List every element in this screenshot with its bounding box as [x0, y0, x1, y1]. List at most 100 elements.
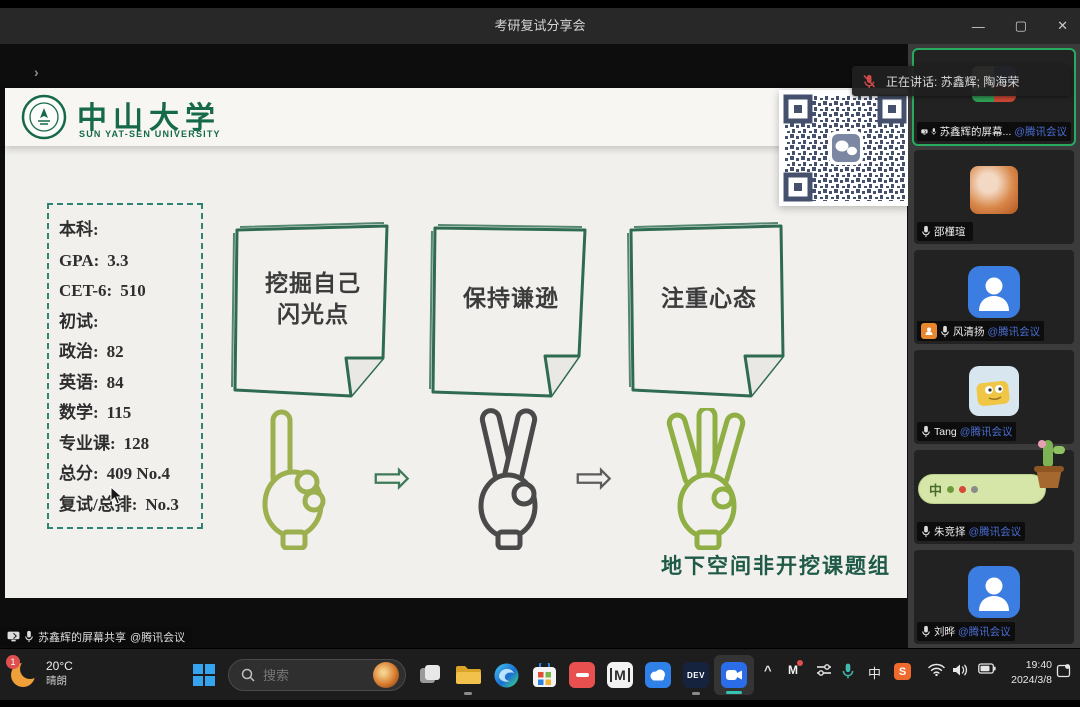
mic-icon [940, 325, 950, 338]
battery-icon [978, 663, 996, 674]
decorative-dot [971, 486, 978, 493]
tray-microphone[interactable] [842, 663, 854, 679]
mic-icon [921, 225, 931, 238]
share-bar-suffix: @腾讯会议 [130, 629, 185, 645]
tray-chevron-up[interactable]: ^ [764, 663, 772, 678]
arrow-right-icon: ⇨ [373, 454, 412, 500]
dev-icon: DEV [683, 662, 709, 688]
note-text: 保持谦逊 [437, 240, 585, 358]
participant-label: 邵槿瑄 [917, 222, 973, 241]
windows-logo-icon [193, 664, 215, 686]
person-avatar-icon [968, 566, 1020, 618]
tray-mixer[interactable] [816, 663, 832, 677]
university-emblem-icon [21, 94, 67, 140]
participant-tile[interactable]: Tang@腾讯会议 [914, 350, 1074, 444]
task-view-button[interactable] [416, 661, 444, 689]
one-finger-hand-icon [249, 408, 341, 550]
cloud-app-button[interactable] [644, 661, 672, 689]
weather-moon-icon: 1 [8, 657, 40, 691]
stat-row: 复试/总排:No.3 [59, 490, 191, 521]
file-explorer-button[interactable] [454, 661, 482, 689]
m-app-button[interactable]: M [606, 661, 634, 689]
mic-icon [931, 125, 937, 138]
search-highlight-thumbnail[interactable] [373, 662, 399, 688]
clock-date: 2024/3/8 [998, 673, 1052, 688]
stat-row: 专业课:128 [59, 429, 191, 460]
note-text: 挖掘自己 闪光点 [239, 240, 387, 358]
tray-ime-indicator[interactable]: 中 [868, 663, 881, 682]
notification-badge: 1 [6, 655, 20, 669]
mic-muted-icon [862, 74, 876, 89]
stat-row: 总分:409 No.4 [59, 459, 191, 490]
search-input[interactable] [263, 668, 361, 683]
tray-m-app[interactable]: M [788, 663, 798, 677]
expand-panel-chevron-icon[interactable]: › [34, 64, 39, 80]
tray-clock[interactable]: 19:40 2024/3/8 [998, 658, 1052, 688]
screen: 考研复试分享会 — ▢ ✕ › 中山大学 SUN YAT-SEN UNIVERS… [0, 0, 1080, 707]
stat-row: CET-6:510 [59, 276, 191, 307]
participant-label: 风清扬@腾讯会议 [917, 321, 1044, 341]
weather-widget[interactable]: 1 20°C 晴朗 [8, 657, 73, 691]
decorative-banner: 中 [918, 474, 1046, 504]
task-view-icon [418, 663, 442, 687]
stat-row: 数学:115 [59, 398, 191, 429]
store-icon [532, 663, 557, 688]
cloud-icon [645, 662, 671, 688]
running-indicator [692, 692, 700, 695]
clock-time: 19:40 [998, 658, 1052, 673]
red-app-button[interactable] [568, 661, 596, 689]
note-text: 注重心态 [635, 240, 783, 358]
participant-tile-decorated[interactable]: 中 朱竞择@腾讯会议 [914, 450, 1074, 544]
participant-label: 朱竞择@腾讯会议 [917, 522, 1025, 541]
three-finger-hand-icon [661, 408, 753, 550]
two-finger-hand-icon [463, 408, 555, 550]
start-button[interactable] [192, 663, 216, 687]
mic-icon [921, 525, 931, 538]
weather-temp: 20°C [46, 659, 73, 675]
mouse-cursor [110, 486, 124, 506]
tray-battery[interactable] [978, 663, 996, 674]
taskbar-search[interactable] [228, 659, 406, 691]
close-button[interactable]: ✕ [1057, 18, 1068, 34]
meeting-titlebar: 考研复试分享会 — ▢ ✕ [0, 8, 1080, 44]
arrow-right-icon: ⇨ [575, 454, 614, 500]
decorative-dot [959, 486, 966, 493]
stat-row: GPA:3.3 [59, 246, 191, 277]
participant-tile[interactable]: 刘晔@腾讯会议 [914, 550, 1074, 644]
tray-sogou[interactable]: S [894, 663, 911, 680]
tray-volume[interactable] [952, 663, 968, 677]
person-avatar-icon [968, 266, 1020, 318]
participant-tile[interactable]: 风清扬@腾讯会议 [914, 250, 1074, 344]
tray-notifications[interactable] [1056, 663, 1071, 678]
search-icon [241, 668, 255, 682]
maximize-button[interactable]: ▢ [1015, 18, 1027, 34]
participant-label: Tang@腾讯会议 [917, 422, 1016, 441]
stat-row: 本科: [59, 215, 191, 246]
active-indicator [726, 691, 742, 694]
screen-share-icon [921, 127, 928, 137]
participant-tile-screen-share[interactable]: 苏鑫辉的屏幕...@腾讯会议 [914, 50, 1074, 144]
speaking-toast: 正在讲话: 苏鑫辉; 陶海荣 [852, 66, 1070, 96]
decorative-dot [947, 486, 954, 493]
sticky-note-3: 注重心态 [621, 216, 797, 406]
avatar-chip [921, 323, 937, 339]
tencent-meeting-button[interactable] [714, 655, 754, 695]
sticky-note-1: 挖掘自己 闪光点 [225, 216, 401, 406]
window-controls: — ▢ ✕ [972, 8, 1068, 44]
screen-share-status-pill[interactable]: 苏鑫辉的屏幕共享 @腾讯会议 [0, 627, 192, 646]
wifi-icon [928, 663, 945, 676]
participant-tile[interactable]: 邵槿瑄 [914, 150, 1074, 244]
speaking-label: 正在讲话: 苏鑫辉; 陶海荣 [886, 73, 1019, 90]
screen-share-slide: 中山大学 SUN YAT-SEN UNIVERSITY [5, 88, 907, 598]
dev-app-button[interactable]: DEV [682, 661, 710, 689]
mic-icon [842, 663, 854, 679]
mic-icon [24, 630, 34, 643]
minimize-button[interactable]: — [972, 19, 985, 34]
cartoon-avatar [969, 366, 1019, 416]
m-app-icon: M [607, 662, 633, 688]
participants-sidebar: 苏鑫辉的屏幕...@腾讯会议 邵槿瑄 [908, 44, 1080, 648]
microsoft-store-button[interactable] [530, 661, 558, 689]
edge-icon [494, 663, 519, 688]
tray-wifi[interactable] [928, 663, 945, 676]
edge-browser-button[interactable] [492, 661, 520, 689]
